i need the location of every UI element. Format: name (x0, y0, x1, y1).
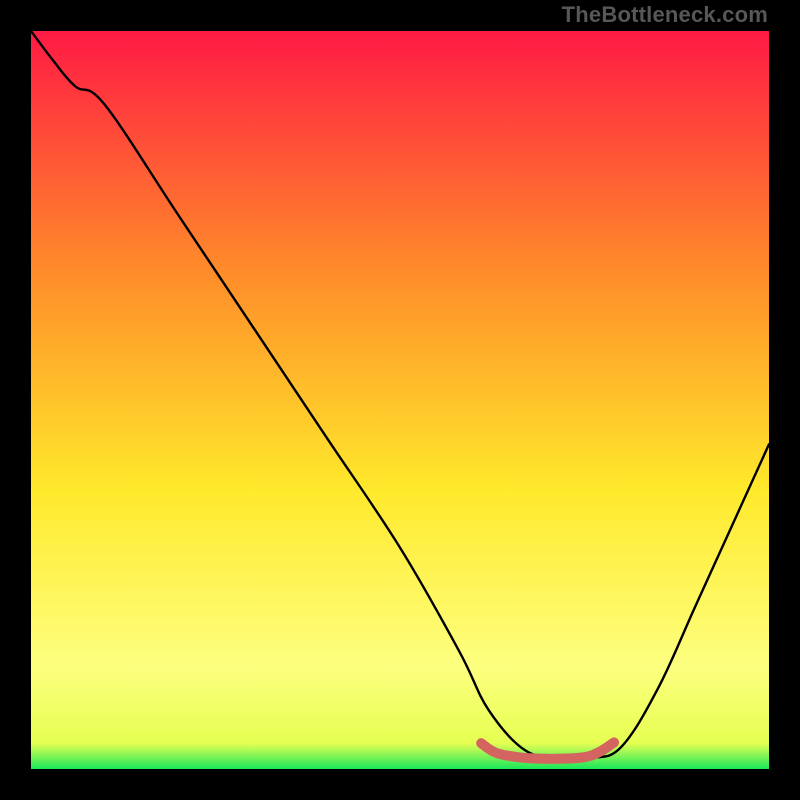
chart-frame: TheBottleneck.com (0, 0, 800, 800)
curve-layer (31, 31, 769, 769)
bottleneck-curve (31, 31, 769, 759)
watermark-text: TheBottleneck.com (562, 2, 768, 28)
plot-area (31, 31, 769, 769)
valley-marker (481, 742, 614, 758)
